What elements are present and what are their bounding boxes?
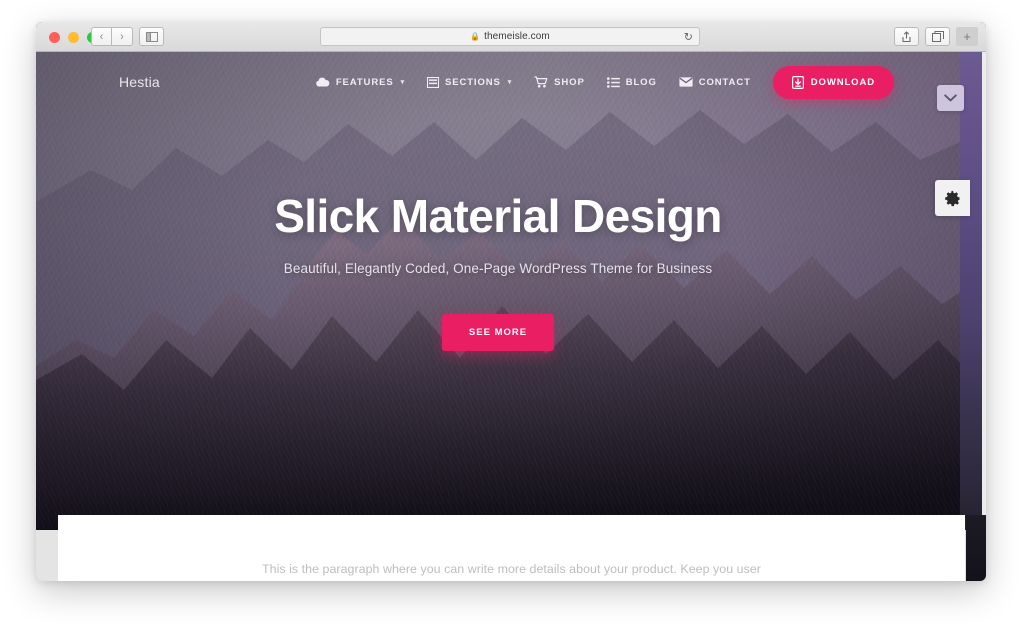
hero-section: Hestia FEATURES ▾ SECTIONS ▾ SHOP BLOG C… [36,52,982,530]
toolbar-right: + [894,27,978,46]
chevron-down-icon: ▾ [507,79,513,86]
nav-item-label: SECTIONS [444,76,501,88]
gear-icon [945,190,961,206]
site-navigation: Hestia FEATURES ▾ SECTIONS ▾ SHOP BLOG C… [36,52,982,112]
sidebar-toggle-button[interactable] [139,27,164,46]
sections-icon [426,76,439,88]
forward-button[interactable]: › [112,27,133,46]
chevron-down-icon [944,94,957,102]
close-window-button[interactable] [49,32,60,43]
scroll-down-widget[interactable] [937,85,964,111]
address-bar[interactable]: 🔒 themeisle.com ↻ [320,27,700,46]
download-button-label: DOWNLOAD [810,76,875,88]
cart-icon [534,76,548,88]
page-left-edge [36,530,58,581]
share-button[interactable] [894,27,919,46]
nav-menu: FEATURES ▾ SECTIONS ▾ SHOP BLOG CONTACT … [315,65,894,99]
settings-widget-button[interactable] [935,180,970,216]
content-paragraph: This is the paragraph where you can writ… [262,562,761,576]
nav-item-features[interactable]: FEATURES ▾ [315,77,405,88]
lock-icon: 🔒 [470,32,481,41]
hero-right-gradient-band [960,52,982,530]
download-icon [791,75,804,89]
back-button[interactable]: ‹ [91,27,112,46]
browser-titlebar: ‹ › 🔒 themeisle.com ↻ + [36,22,986,52]
new-tab-button[interactable]: + [956,27,978,46]
browser-window: ‹ › 🔒 themeisle.com ↻ + Hestia FEATURES … [36,22,986,581]
show-tabs-button[interactable] [925,27,950,46]
nav-item-sections[interactable]: SECTIONS ▾ [426,76,513,88]
sidebar-icon [145,31,158,42]
minimize-window-button[interactable] [68,32,79,43]
site-logo[interactable]: Hestia [119,74,160,90]
nav-item-label: SHOP [554,76,585,88]
nav-item-label: CONTACT [698,76,751,88]
page-viewport: Hestia FEATURES ▾ SECTIONS ▾ SHOP BLOG C… [36,52,986,581]
chevron-down-icon: ▾ [400,79,405,86]
hero-content: Slick Material Design Beautiful, Elegant… [36,52,960,530]
nav-item-blog[interactable]: BLOG [606,76,657,88]
content-card: This is the paragraph where you can writ… [58,515,965,581]
tabs-icon [931,31,944,42]
nav-item-label: FEATURES [335,76,394,88]
hero-subtitle: Beautiful, Elegantly Coded, One-Page Wor… [283,261,713,277]
share-icon [902,30,911,42]
download-button[interactable]: DOWNLOAD [772,65,894,99]
url-text: themeisle.com [484,31,550,42]
hero-title: Slick Material Design [274,189,722,242]
reload-button[interactable]: ↻ [684,30,693,43]
nav-item-contact[interactable]: CONTACT [679,77,751,88]
nav-item-shop[interactable]: SHOP [534,76,585,88]
see-more-button[interactable]: SEE MORE [441,314,555,352]
nav-item-label: BLOG [625,76,657,88]
envelope-icon [679,77,693,87]
list-icon [606,76,620,88]
page-right-edge-strip [966,515,986,581]
cloud-icon [315,77,330,87]
navigation-buttons: ‹ › [91,27,133,46]
